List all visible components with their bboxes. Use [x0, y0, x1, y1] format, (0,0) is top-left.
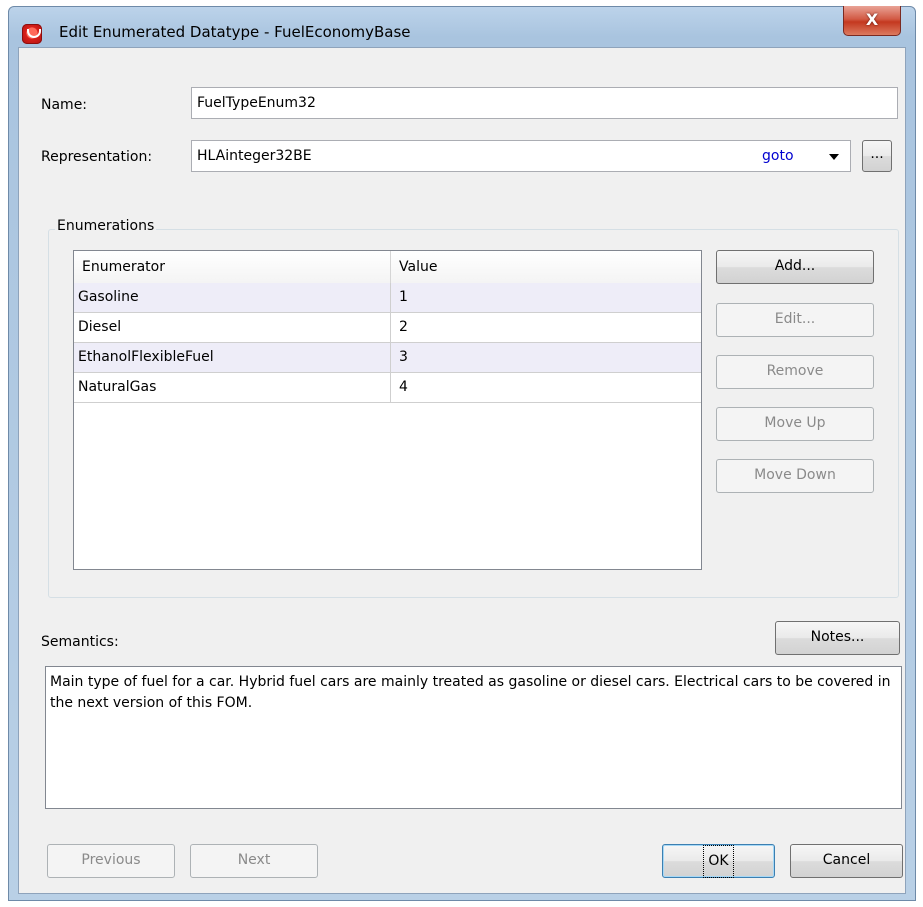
value-cell: 2 — [390, 313, 701, 342]
column-header-enumerator[interactable]: Enumerator — [74, 251, 390, 283]
semantics-label: Semantics: — [41, 634, 119, 650]
value-cell: 1 — [390, 283, 701, 312]
name-label: Name: — [41, 97, 88, 113]
goto-link[interactable]: goto — [762, 148, 794, 164]
value-cell: 3 — [390, 343, 701, 372]
enumerator-cell: Diesel — [78, 319, 122, 335]
value-cell: 4 — [390, 373, 701, 402]
cancel-button[interactable]: Cancel — [790, 844, 903, 878]
ok-button-label: OK — [703, 845, 734, 878]
next-button[interactable]: Next — [190, 844, 318, 878]
dialog-body: Name: FuelTypeEnum32 Representation: HLA… — [18, 47, 906, 894]
close-button[interactable]: X — [843, 6, 901, 36]
table-row[interactable]: Gasoline 1 — [74, 283, 701, 313]
app-icon — [22, 24, 42, 44]
representation-combobox[interactable]: HLAinteger32BE — [191, 140, 851, 172]
column-header-value[interactable]: Value — [390, 251, 701, 283]
window-title: Edit Enumerated Datatype - FuelEconomyBa… — [59, 23, 411, 41]
enumerator-cell: NaturalGas — [78, 379, 157, 395]
enumerations-group-title: Enumerations — [55, 218, 157, 234]
dialog-window: Edit Enumerated Datatype - FuelEconomyBa… — [8, 6, 916, 901]
table-row[interactable]: EthanolFlexibleFuel 3 — [74, 343, 701, 373]
chevron-down-icon[interactable] — [829, 154, 839, 160]
table-row[interactable]: NaturalGas 4 — [74, 373, 701, 403]
enumerator-cell: Gasoline — [78, 289, 139, 305]
add-button[interactable]: Add... — [716, 250, 874, 284]
table-header: Enumerator Value — [74, 251, 701, 284]
ok-button[interactable]: OK — [662, 844, 775, 878]
edit-button[interactable]: Edit... — [716, 303, 874, 337]
enumerations-table[interactable]: Enumerator Value Gasoline 1 Diesel 2 Eth… — [73, 250, 702, 570]
browse-button[interactable]: ... — [862, 140, 892, 172]
remove-button[interactable]: Remove — [716, 355, 874, 389]
semantics-textarea[interactable]: Main type of fuel for a car. Hybrid fuel… — [45, 666, 902, 809]
notes-button[interactable]: Notes... — [775, 621, 900, 655]
representation-label: Representation: — [41, 149, 153, 165]
table-row[interactable]: Diesel 2 — [74, 313, 701, 343]
representation-value: HLAinteger32BE — [197, 148, 312, 164]
move-up-button[interactable]: Move Up — [716, 407, 874, 441]
move-down-button[interactable]: Move Down — [716, 459, 874, 493]
name-field[interactable]: FuelTypeEnum32 — [191, 87, 898, 119]
previous-button[interactable]: Previous — [47, 844, 175, 878]
enumerator-cell: EthanolFlexibleFuel — [78, 349, 214, 365]
